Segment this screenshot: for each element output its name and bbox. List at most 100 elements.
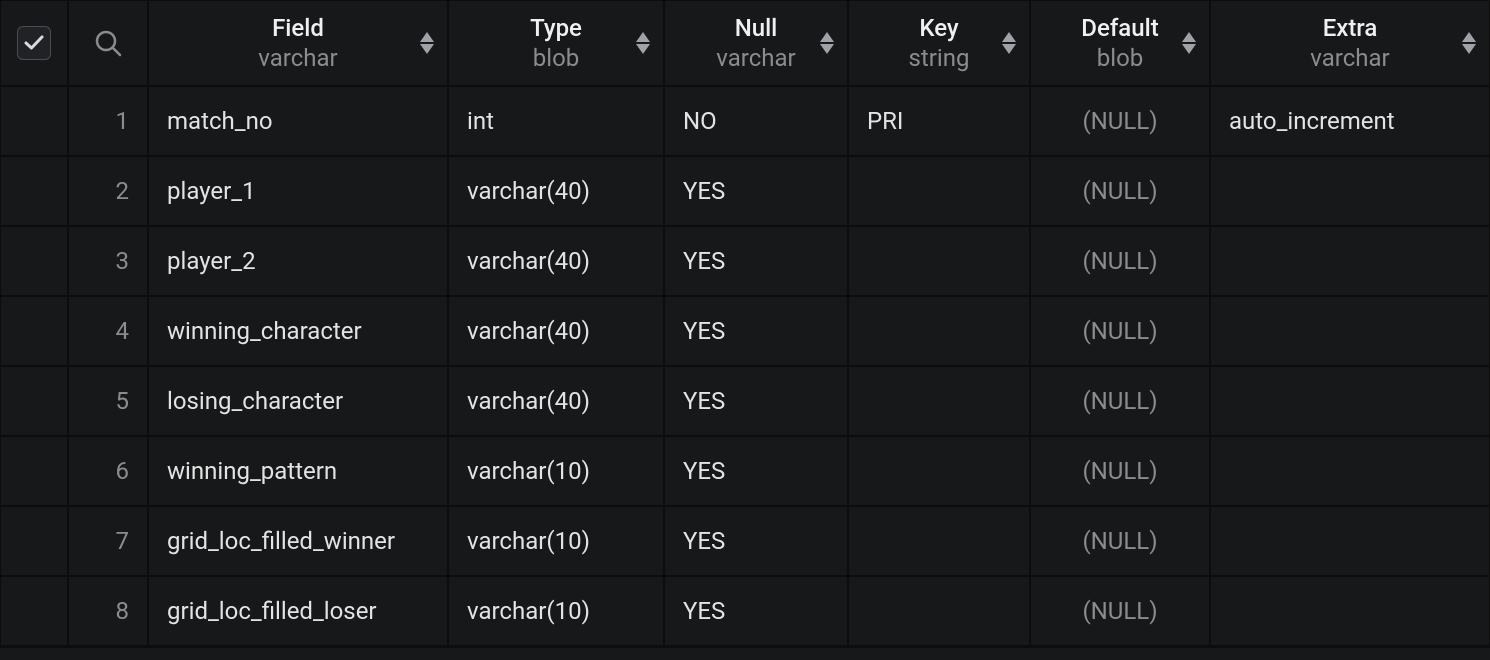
- cell-default[interactable]: (NULL): [1030, 436, 1210, 506]
- cell-key_[interactable]: [848, 296, 1030, 366]
- cell-key_[interactable]: PRI: [848, 86, 1030, 156]
- column-header-extra[interactable]: Extravarchar: [1210, 0, 1490, 86]
- column-subtype: varchar: [716, 43, 795, 73]
- row-select-cell[interactable]: [0, 296, 68, 366]
- cell-type[interactable]: varchar(40): [448, 156, 664, 226]
- sort-arrows-icon: [1181, 32, 1197, 54]
- schema-table: FieldvarcharTypeblobNullvarcharKeystring…: [0, 0, 1490, 648]
- row-select-cell[interactable]: [0, 506, 68, 576]
- row-number: 6: [68, 436, 148, 506]
- cell-default[interactable]: (NULL): [1030, 86, 1210, 156]
- cell-type[interactable]: varchar(40): [448, 366, 664, 436]
- cell-field[interactable]: match_no: [148, 86, 448, 156]
- row-select-cell[interactable]: [0, 366, 68, 436]
- column-title: Key: [919, 13, 958, 43]
- cell-extra[interactable]: [1210, 156, 1490, 226]
- column-subtype: varchar: [1310, 43, 1389, 73]
- cell-extra[interactable]: [1210, 366, 1490, 436]
- cell-key_[interactable]: [848, 366, 1030, 436]
- column-subtype: blob: [533, 43, 579, 73]
- select-all-cell: [0, 0, 68, 86]
- null-value: (NULL): [1082, 107, 1157, 135]
- row-select-cell[interactable]: [0, 156, 68, 226]
- cell-key_[interactable]: [848, 226, 1030, 296]
- cell-null[interactable]: YES: [664, 506, 848, 576]
- sort-arrows-icon: [1461, 32, 1477, 54]
- cell-default[interactable]: (NULL): [1030, 576, 1210, 646]
- column-header-field[interactable]: Fieldvarchar: [148, 0, 448, 86]
- column-header-type[interactable]: Typeblob: [448, 0, 664, 86]
- row-number: 4: [68, 296, 148, 366]
- cell-field[interactable]: player_2: [148, 226, 448, 296]
- cell-default[interactable]: (NULL): [1030, 366, 1210, 436]
- cell-default[interactable]: (NULL): [1030, 156, 1210, 226]
- null-value: (NULL): [1082, 387, 1157, 415]
- cell-key_[interactable]: [848, 436, 1030, 506]
- cell-extra[interactable]: [1210, 506, 1490, 576]
- null-value: (NULL): [1082, 457, 1157, 485]
- cell-type[interactable]: int: [448, 86, 664, 156]
- cell-extra[interactable]: [1210, 576, 1490, 646]
- column-title: Field: [272, 13, 324, 43]
- column-header-key_[interactable]: Keystring: [848, 0, 1030, 86]
- cell-default[interactable]: (NULL): [1030, 506, 1210, 576]
- cell-field[interactable]: losing_character: [148, 366, 448, 436]
- cell-extra[interactable]: [1210, 296, 1490, 366]
- cell-null[interactable]: YES: [664, 366, 848, 436]
- cell-type[interactable]: varchar(40): [448, 226, 664, 296]
- table-row[interactable]: 6winning_patternvarchar(10)YES (NULL): [0, 436, 1490, 506]
- cell-type[interactable]: varchar(40): [448, 296, 664, 366]
- row-select-cell[interactable]: [0, 436, 68, 506]
- row-select-cell[interactable]: [0, 576, 68, 646]
- cell-extra[interactable]: auto_increment: [1210, 86, 1490, 156]
- cell-key_[interactable]: [848, 506, 1030, 576]
- cell-null[interactable]: YES: [664, 436, 848, 506]
- cell-key_[interactable]: [848, 576, 1030, 646]
- null-value: (NULL): [1082, 247, 1157, 275]
- sort-arrows-icon: [635, 32, 651, 54]
- table-row[interactable]: 7grid_loc_filled_winnervarchar(10)YES (NU…: [0, 506, 1490, 576]
- cell-null[interactable]: YES: [664, 226, 848, 296]
- search-header-cell[interactable]: [68, 0, 148, 86]
- row-number: 5: [68, 366, 148, 436]
- table-row[interactable]: 8grid_loc_filled_loservarchar(10)YES(NUL…: [0, 576, 1490, 646]
- column-subtype: varchar: [258, 43, 337, 73]
- column-title: Null: [735, 13, 778, 43]
- row-select-cell[interactable]: [0, 86, 68, 156]
- cell-field[interactable]: winning_character: [148, 296, 448, 366]
- column-title: Type: [530, 13, 582, 43]
- row-number: 3: [68, 226, 148, 296]
- column-title: Default: [1081, 13, 1158, 43]
- search-icon: [93, 28, 123, 58]
- column-header-default[interactable]: Defaultblob: [1030, 0, 1210, 86]
- cell-field[interactable]: winning_pattern: [148, 436, 448, 506]
- cell-null[interactable]: YES: [664, 576, 848, 646]
- cell-type[interactable]: varchar(10): [448, 576, 664, 646]
- cell-null[interactable]: YES: [664, 296, 848, 366]
- cell-field[interactable]: grid_loc_filled_winner: [148, 506, 448, 576]
- cell-extra[interactable]: [1210, 436, 1490, 506]
- table-row[interactable]: 4winning_charactervarchar(40)YES (NULL): [0, 296, 1490, 366]
- cell-field[interactable]: grid_loc_filled_loser: [148, 576, 448, 646]
- cell-default[interactable]: (NULL): [1030, 226, 1210, 296]
- cell-type[interactable]: varchar(10): [448, 506, 664, 576]
- cell-null[interactable]: NO: [664, 86, 848, 156]
- column-subtype: string: [909, 43, 970, 73]
- table-row[interactable]: 3player_2varchar(40)YES (NULL): [0, 226, 1490, 296]
- cell-type[interactable]: varchar(10): [448, 436, 664, 506]
- null-value: (NULL): [1082, 527, 1157, 555]
- cell-field[interactable]: player_1: [148, 156, 448, 226]
- cell-extra[interactable]: [1210, 226, 1490, 296]
- row-number: 7: [68, 506, 148, 576]
- table-row[interactable]: 2player_1varchar(40)YES(NULL): [0, 156, 1490, 226]
- row-select-cell[interactable]: [0, 226, 68, 296]
- table-row[interactable]: 1match_nointNOPRI(NULL)auto_increment: [0, 86, 1490, 156]
- column-header-null[interactable]: Nullvarchar: [664, 0, 848, 86]
- select-all-checkbox[interactable]: [17, 26, 51, 60]
- sort-arrows-icon: [419, 32, 435, 54]
- cell-key_[interactable]: [848, 156, 1030, 226]
- cell-default[interactable]: (NULL): [1030, 296, 1210, 366]
- cell-null[interactable]: YES: [664, 156, 848, 226]
- null-value: (NULL): [1082, 317, 1157, 345]
- table-row[interactable]: 5losing_charactervarchar(40)YES (NULL): [0, 366, 1490, 436]
